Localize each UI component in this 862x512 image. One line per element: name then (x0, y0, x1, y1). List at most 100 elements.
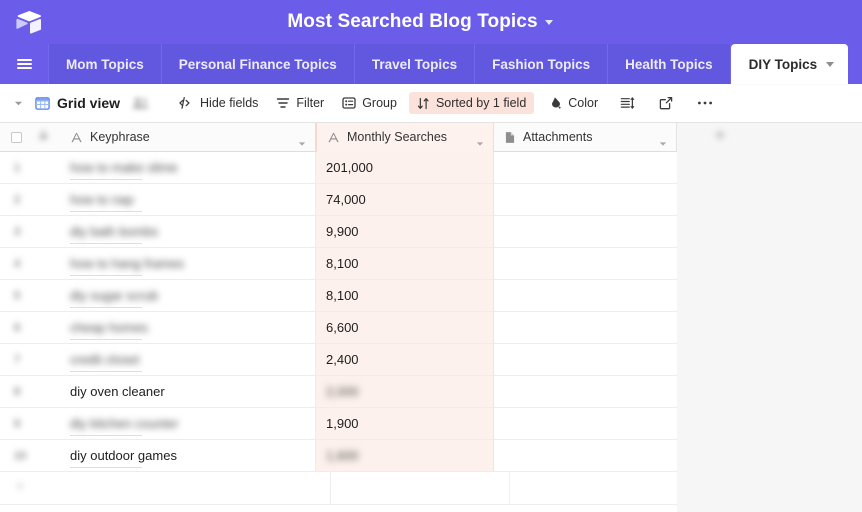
text-field-icon (70, 131, 83, 144)
base-title-button[interactable]: Most Searched Blog Topics (287, 11, 574, 33)
cell-keyphrase[interactable]: diy kitchen counter (70, 408, 316, 439)
cell-value: diy sugar scrub (70, 288, 159, 303)
group-button[interactable]: Group (342, 96, 397, 110)
cell-value: how to nap (70, 192, 134, 207)
cell-attachments[interactable] (494, 216, 677, 247)
color-button[interactable]: Color (548, 96, 598, 110)
group-icon (342, 96, 356, 110)
header-row-controls (0, 123, 70, 152)
filter-button[interactable]: Filter (276, 96, 324, 110)
cell-attachments[interactable] (494, 152, 677, 183)
cell-attachments[interactable] (494, 440, 677, 471)
collaborators-icon[interactable] (132, 96, 149, 110)
table-row[interactable]: 4 how to hang frames 8,100 (0, 248, 677, 280)
table-row[interactable]: 7 credit closet 2,400 (0, 344, 677, 376)
tab-travel-topics[interactable]: Travel Topics (354, 44, 476, 84)
tab-mom-topics[interactable]: Mom Topics (48, 44, 162, 84)
row-number: 10 (14, 449, 27, 462)
cell-keyphrase[interactable]: credit closet (70, 344, 316, 375)
cell-value: 8,100 (326, 256, 359, 271)
view-name[interactable]: Grid view (57, 95, 120, 111)
table-row[interactable]: 5 diy sugar scrub 8,100 (0, 280, 677, 312)
cell-monthly-searches[interactable]: 2,000 (316, 376, 494, 407)
cell-value: 2,000 (326, 384, 359, 399)
tab-personal-finance-topics[interactable]: Personal Finance Topics (161, 44, 355, 84)
grid-sheet: Keyphrase Monthly Searches Attachments 1… (0, 123, 727, 512)
table-row[interactable]: 8 diy oven cleaner 2,000 (0, 376, 677, 408)
cell-monthly-searches[interactable]: 9,900 (316, 216, 494, 247)
table-row[interactable]: 6 cheap homes 6,600 (0, 312, 677, 344)
row-number: 7 (14, 353, 21, 366)
cell-monthly-searches[interactable]: 6,600 (316, 312, 494, 343)
tab-health-topics[interactable]: Health Topics (608, 44, 731, 84)
table-row[interactable]: 10 diy outdoor games 1,600 (0, 440, 677, 472)
add-row-plus-icon[interactable] (0, 472, 84, 504)
cell-monthly-searches[interactable]: 8,100 (316, 248, 494, 279)
color-palette-icon (548, 96, 562, 110)
row-number-cell: 5 (0, 280, 70, 311)
cell-monthly-searches[interactable]: 1,600 (316, 440, 494, 471)
cell-attachments[interactable] (494, 280, 677, 311)
add-row[interactable] (0, 472, 677, 505)
table-row[interactable]: 2 how to nap 74,000 (0, 184, 677, 216)
chevron-down-icon[interactable] (14, 99, 23, 108)
cell-keyphrase[interactable]: diy outdoor games (70, 440, 316, 471)
sort-button[interactable]: Sorted by 1 field (408, 92, 535, 114)
field-header-attachments[interactable]: Attachments (494, 123, 677, 152)
cell-attachments[interactable] (494, 344, 677, 375)
cell-monthly-searches[interactable]: 201,000 (316, 152, 494, 183)
tab-fashion-topics[interactable]: Fashion Topics (475, 44, 609, 84)
cell-value: diy bath bombs (70, 224, 159, 239)
cell-keyphrase[interactable]: diy oven cleaner (70, 376, 316, 407)
tab-label: Health Topics (625, 56, 713, 72)
cell-value: 74,000 (326, 192, 366, 207)
cell-monthly-searches[interactable]: 8,100 (316, 280, 494, 311)
add-field-plus-icon[interactable] (690, 123, 750, 152)
cell-monthly-searches[interactable]: 1,900 (316, 408, 494, 439)
cell-attachments[interactable] (494, 408, 677, 439)
field-header-monthly-searches[interactable]: Monthly Searches (316, 123, 494, 152)
row-number: 5 (14, 289, 21, 302)
cell-value: diy oven cleaner (70, 384, 165, 399)
row-number: 6 (14, 321, 21, 334)
cell-keyphrase[interactable]: how to nap (70, 184, 316, 215)
cell-monthly-searches[interactable]: 74,000 (316, 184, 494, 215)
row-height-icon[interactable] (620, 96, 635, 110)
chevron-down-icon[interactable] (544, 19, 553, 25)
tab-diy-topics[interactable]: DIY Topics (730, 44, 849, 84)
chevron-down-icon[interactable] (826, 61, 835, 67)
cell-keyphrase[interactable]: how to hang frames (70, 248, 316, 279)
row-number-cell: 1 (0, 152, 70, 183)
cell-attachments[interactable] (494, 312, 677, 343)
top-bar: Most Searched Blog Topics (0, 0, 862, 44)
row-number: 3 (14, 225, 21, 238)
checkbox-unchecked-icon[interactable] (11, 131, 22, 143)
cell-attachments[interactable] (494, 248, 677, 279)
lock-icon[interactable] (38, 128, 49, 146)
chevron-down-icon[interactable] (298, 135, 306, 153)
share-export-icon[interactable] (659, 96, 673, 110)
hamburger-menu-icon[interactable] (0, 44, 48, 84)
cell-attachments[interactable] (494, 184, 677, 215)
sort-label: Sorted by 1 field (435, 96, 527, 110)
table-row[interactable]: 1 how to make slime 201,000 (0, 152, 677, 184)
cell-keyphrase[interactable]: diy bath bombs (70, 216, 316, 247)
cell-value: 2,400 (326, 352, 359, 367)
chevron-down-icon[interactable] (659, 135, 667, 153)
cell-value: diy kitchen counter (70, 416, 179, 431)
chevron-down-icon[interactable] (476, 135, 484, 153)
cell-keyphrase[interactable]: cheap homes (70, 312, 316, 343)
cell-monthly-searches[interactable]: 2,400 (316, 344, 494, 375)
more-options-icon[interactable] (697, 100, 713, 106)
cell-value: how to make slime (70, 160, 178, 175)
airtable-cube-icon[interactable] (14, 7, 44, 37)
hide-fields-button[interactable]: Hide fields (179, 96, 258, 110)
field-header-keyphrase[interactable]: Keyphrase (70, 123, 316, 152)
cell-keyphrase[interactable]: diy sugar scrub (70, 280, 316, 311)
grid-view-icon[interactable] (35, 96, 50, 111)
cell-keyphrase[interactable]: how to make slime (70, 152, 316, 183)
table-row[interactable]: 3 diy bath bombs 9,900 (0, 216, 677, 248)
cell-attachments[interactable] (494, 376, 677, 407)
table-row[interactable]: 9 diy kitchen counter 1,900 (0, 408, 677, 440)
field-name: Keyphrase (90, 130, 150, 144)
